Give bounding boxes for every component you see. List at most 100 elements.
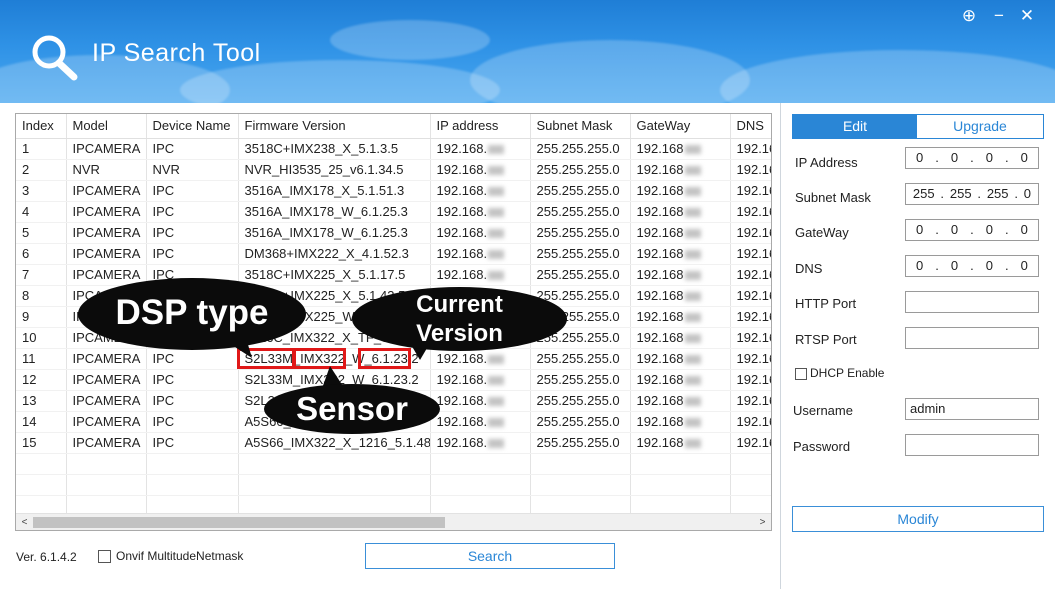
- dsp-type-callout-text: DSP type: [115, 293, 269, 332]
- cell-index-text: 15: [22, 435, 37, 450]
- column-header-firmware[interactable]: Firmware Version: [238, 114, 431, 139]
- column-header-ip[interactable]: IP address: [430, 114, 531, 139]
- table-row[interactable]: 2 NVR NVR NVR_HI3535_25_v6.1.34.5 192.168. 25…: [16, 159, 771, 181]
- cell-ip: 192.168.: [430, 180, 531, 202]
- cell-gateway: 192.168: [630, 411, 731, 433]
- gateway-octet: 0: [985, 222, 994, 237]
- column-header-device-name[interactable]: Device Name: [146, 114, 239, 139]
- redacted-octet: [488, 187, 505, 197]
- scroll-right-icon[interactable]: >: [754, 514, 771, 530]
- cell-device-name: IPC: [146, 390, 239, 412]
- redacted-octet: [488, 250, 505, 260]
- onvif-multitude-netmask-option[interactable]: Onvif MultitudeNetmask: [98, 549, 243, 564]
- redacted-octet: [684, 397, 701, 407]
- cell-model-text: IPCAMERA: [72, 414, 141, 429]
- column-header-dns[interactable]: DNS: [730, 114, 771, 139]
- cell-index-text: 4: [22, 204, 30, 219]
- cell-device-name: IPC: [146, 222, 239, 244]
- empty-row: [16, 453, 771, 475]
- empty-cell: [630, 474, 731, 496]
- redacted-octet: [684, 145, 701, 155]
- cell-dns: 192.16: [730, 264, 771, 286]
- cell-dns: 192.16: [730, 369, 771, 391]
- cell-firmware-text: 3516A_IMX178_W_6.1.25.3: [244, 225, 408, 240]
- cell-subnet-text: 255.255.255.0: [536, 183, 620, 198]
- search-button[interactable]: Search: [365, 543, 615, 569]
- cell-index-text: 6: [22, 246, 30, 261]
- cell-ip: 192.168.: [430, 222, 531, 244]
- tab-upgrade[interactable]: Upgrade: [917, 115, 1043, 138]
- empty-cell: [238, 474, 431, 496]
- password-field[interactable]: [905, 434, 1039, 456]
- column-header-gateway[interactable]: GateWay: [630, 114, 731, 139]
- column-header-model[interactable]: Model: [66, 114, 147, 139]
- gateway-octet: 0: [916, 222, 924, 237]
- username-field[interactable]: admin: [905, 398, 1039, 420]
- table-header-row: Index Model Device Name Firmware Version…: [16, 114, 771, 139]
- cell-gateway-text: 192.168: [636, 204, 684, 219]
- table-row[interactable]: 6 IPCAMERA IPC DM368+IMX222_X_4.1.52.3 192.1…: [16, 243, 771, 265]
- dns-field[interactable]: 0.0.0.0: [905, 255, 1039, 277]
- empty-cell: [430, 474, 531, 496]
- empty-cell: [66, 474, 147, 496]
- dns-octet: 0: [1020, 258, 1028, 273]
- cell-gateway: 192.168: [630, 306, 731, 328]
- minimize-icon[interactable]: −: [988, 6, 1010, 26]
- table-row[interactable]: 4 IPCAMERA IPC 3516A_IMX178_W_6.1.25.3 192.1…: [16, 201, 771, 223]
- empty-cell: [16, 474, 67, 496]
- table-row[interactable]: 1 IPCAMERA IPC 3518C+IMX238_X_5.1.3.5 192.16…: [16, 138, 771, 160]
- subnet-mask-field[interactable]: 255. 255. 255. 0: [905, 183, 1039, 205]
- add-window-icon[interactable]: ⊕: [958, 6, 980, 26]
- scroll-left-icon[interactable]: <: [16, 514, 33, 530]
- empty-cell: [238, 453, 431, 475]
- cell-device-name: IPC: [146, 180, 239, 202]
- cell-subnet-text: 255.255.255.0: [536, 393, 620, 408]
- cell-device-name: IPC: [146, 369, 239, 391]
- current-version-callout: Current Version: [352, 287, 567, 351]
- dhcp-enable-option[interactable]: DHCP Enable: [795, 366, 884, 380]
- cell-gateway-text: 192.168: [636, 288, 684, 303]
- table-row[interactable]: 5 IPCAMERA IPC 3516A_IMX178_W_6.1.25.3 192.1…: [16, 222, 771, 244]
- cell-gateway-text: 192.168: [636, 372, 684, 387]
- column-header-subnet[interactable]: Subnet Mask: [530, 114, 631, 139]
- table-row[interactable]: 3 IPCAMERA IPC 3516A_IMX178_X_5.1.51.3 192.1…: [16, 180, 772, 202]
- title-bar[interactable]: IP Search Tool ⊕ − ✕: [0, 0, 1055, 103]
- redacted-octet: [684, 313, 701, 323]
- search-magnifier-icon: [32, 35, 78, 81]
- cell-ip-text: 192.168.: [436, 162, 488, 177]
- ip-octet: 0: [950, 150, 959, 165]
- cell-subnet-text: 255.255.255.0: [536, 372, 620, 387]
- rtsp-port-label: RTSP Port: [795, 332, 857, 347]
- gateway-octet: 0: [950, 222, 959, 237]
- close-icon[interactable]: ✕: [1016, 6, 1038, 26]
- gateway-field[interactable]: 0.0.0.0: [905, 219, 1039, 241]
- http-port-field[interactable]: [905, 291, 1039, 313]
- redacted-octet: [488, 397, 505, 407]
- column-header-index[interactable]: Index: [16, 114, 67, 139]
- cell-index-text: 2: [22, 162, 30, 177]
- cell-ip: 192.168.: [430, 243, 531, 265]
- dsp-type-callout: DSP type: [78, 278, 306, 350]
- table-row[interactable]: 15 IPCAMERA IPC A5S66_IMX322_X_1216_5.1.48.…: [16, 432, 771, 454]
- cell-firmware: DM368+IMX222_X_4.1.52.3: [238, 243, 431, 265]
- onvif-checkbox[interactable]: [98, 550, 111, 564]
- table-row[interactable]: 7 IPCAMERA IPC 3518C+IMX225_X_5.1.17.5 192.1…: [16, 264, 771, 286]
- scrollbar-thumb[interactable]: [33, 517, 445, 528]
- modify-button[interactable]: Modify: [792, 506, 1044, 532]
- rtsp-port-field[interactable]: [905, 327, 1039, 349]
- cell-index: 5: [16, 222, 67, 244]
- dhcp-checkbox[interactable]: [795, 367, 807, 380]
- horizontal-scrollbar[interactable]: < >: [16, 513, 771, 530]
- cell-dns: 192.16: [730, 159, 771, 181]
- cell-gateway-text: 192.168: [636, 435, 684, 450]
- cell-index-text: 7: [22, 267, 30, 282]
- dns-octet: 0: [950, 258, 959, 273]
- redacted-octet: [684, 271, 701, 281]
- tab-edit[interactable]: Edit: [793, 115, 917, 138]
- cell-ip: 192.168.: [430, 390, 531, 412]
- redacted-octet: [684, 418, 701, 428]
- cell-dns-text: 192.16: [736, 183, 772, 198]
- ip-address-field[interactable]: 0.0.0.0: [905, 147, 1039, 169]
- cell-firmware-text: 3518C+IMX238_X_5.1.3.5: [244, 141, 399, 156]
- cell-gateway: 192.168: [630, 390, 731, 412]
